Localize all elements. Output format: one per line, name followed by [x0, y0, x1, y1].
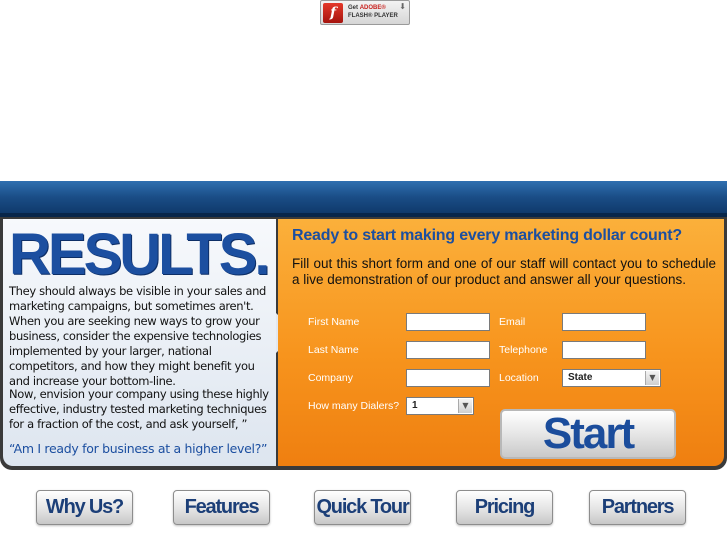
- main-panel: RESULTS. They should always be visible i…: [0, 217, 727, 470]
- last-name-label: Last Name: [308, 344, 359, 356]
- nav-partners-button[interactable]: Partners: [589, 490, 686, 525]
- nav-features-button[interactable]: Features: [173, 490, 270, 525]
- last-name-field[interactable]: [406, 341, 490, 359]
- contact-form-panel: Ready to start making every marketing do…: [278, 219, 724, 466]
- company-field[interactable]: [406, 369, 490, 387]
- header-bar: [0, 181, 727, 217]
- dialers-select[interactable]: 1 ▼: [406, 397, 474, 415]
- get-flash-player-badge[interactable]: f Get ADOBE® FLASH® PLAYER ⬇: [320, 0, 410, 25]
- flash-logo-icon: f: [323, 3, 343, 23]
- telephone-field[interactable]: [562, 341, 646, 359]
- higher-level-question: “Am I ready for business at a higher lev…: [9, 441, 268, 456]
- chevron-down-icon[interactable]: ▼: [645, 371, 659, 385]
- envision-paragraph: Now, envision your company using these h…: [9, 387, 269, 431]
- form-heading: Ready to start making every marketing do…: [292, 227, 682, 244]
- first-name-field[interactable]: [406, 313, 490, 331]
- download-arrow-icon: ⬇: [399, 2, 406, 11]
- telephone-label: Telephone: [499, 344, 548, 356]
- nav-why-us-button[interactable]: Why Us?: [36, 490, 133, 525]
- location-select-value: State: [568, 372, 593, 383]
- results-panel: RESULTS. They should always be visible i…: [3, 219, 276, 466]
- location-label: Location: [499, 372, 539, 384]
- intro-paragraph: They should always be visible in your sa…: [9, 284, 266, 388]
- nav-quick-tour-button[interactable]: Quick Tour: [314, 490, 411, 525]
- nav-pricing-button[interactable]: Pricing: [456, 490, 553, 525]
- first-name-label: First Name: [308, 316, 360, 328]
- start-button[interactable]: Start: [500, 409, 676, 459]
- results-title: RESULTS.: [9, 222, 270, 287]
- company-label: Company: [308, 372, 353, 384]
- flash-badge-line1: Get ADOBE®: [348, 5, 386, 11]
- dialers-select-value: 1: [412, 400, 418, 411]
- email-label: Email: [499, 316, 526, 328]
- form-subheading: Fill out this short form and one of our …: [292, 256, 716, 287]
- chevron-down-icon[interactable]: ▼: [458, 399, 472, 413]
- flash-badge-line2: FLASH® PLAYER: [348, 13, 398, 19]
- email-field[interactable]: [562, 313, 646, 331]
- dialers-label: How many Dialers?: [308, 400, 400, 412]
- location-select[interactable]: State ▼: [562, 369, 661, 387]
